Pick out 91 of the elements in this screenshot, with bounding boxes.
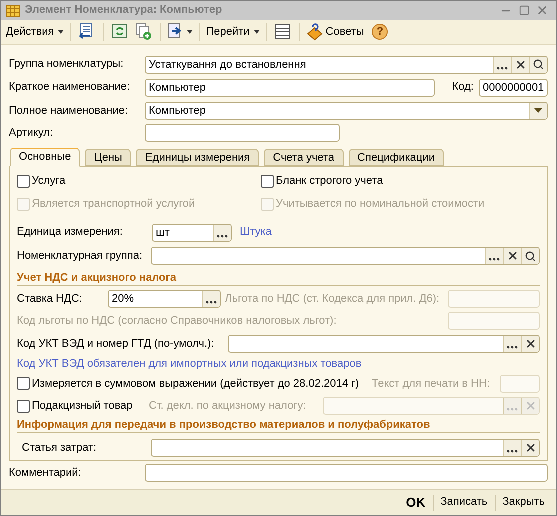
footer-button[interactable]: Записать [434, 494, 495, 511]
input-field[interactable]: 20% [108, 290, 221, 308]
field-label: Полное наименование: [9, 104, 128, 117]
select-button[interactable] [493, 56, 511, 73]
close-icon [524, 400, 536, 412]
maximize-icon [518, 5, 530, 16]
close-icon [514, 58, 526, 71]
tab[interactable]: Счета учета [264, 148, 344, 166]
refresh-icon [111, 23, 130, 41]
select-button[interactable] [202, 290, 220, 307]
tab[interactable]: Единицы измерения [136, 148, 260, 166]
dropdown-button[interactable] [529, 102, 547, 119]
checkbox[interactable] [261, 174, 274, 188]
footer-button[interactable]: OK [399, 492, 433, 512]
window-title: Элемент Номенклатура: Компьютер [25, 3, 224, 18]
search-button[interactable] [521, 248, 539, 264]
section-heading: Учет НДС и акцизного налога [17, 270, 176, 286]
list-icon [274, 23, 292, 41]
input-field[interactable] [151, 439, 540, 458]
field-label: Статья затрат: [22, 442, 97, 454]
checkbox[interactable] [17, 174, 30, 188]
tips-button[interactable]: Советы [304, 23, 366, 41]
input-field[interactable]: Компьютер [145, 102, 548, 120]
ellipsis-icon [507, 408, 518, 412]
field-label: Артикул: [9, 126, 54, 139]
close-icon [524, 338, 536, 350]
clear-button[interactable] [511, 56, 529, 73]
input-field[interactable] [145, 124, 340, 142]
caret-icon [534, 108, 543, 114]
search-button[interactable] [529, 56, 547, 73]
caret-icon [58, 30, 64, 34]
caret-icon [187, 30, 194, 34]
clear-button[interactable] [521, 440, 539, 456]
field-label: Группа номенклатуры: [9, 58, 124, 70]
table-icon [6, 4, 20, 16]
checkbox-label: Услуга [32, 174, 66, 189]
clear-button[interactable] [521, 336, 539, 352]
field-label: Текст для печати в НН: [372, 378, 490, 390]
checkbox[interactable] [17, 400, 30, 413]
field-label: Ставка НДС: [17, 292, 82, 305]
ellipsis-icon [497, 66, 508, 70]
input-field[interactable]: Устаткування до встановлення [145, 56, 548, 74]
field-label: Номенклатурная группа: [17, 250, 143, 262]
help-button[interactable]: ? [372, 24, 388, 40]
checkbox-label: Подакцизный товар [32, 398, 133, 414]
field-label: Ст. декл. по акцизному налогу: [149, 400, 306, 412]
ellipsis-icon [507, 450, 518, 454]
field-label: Льгота по НДС (ст. Кодекса для прил. Д6): [225, 292, 440, 305]
input-field[interactable] [145, 464, 548, 482]
checkbox-label: Учитывается по номинальной стоимости [276, 197, 485, 212]
clear-button[interactable] [503, 248, 521, 264]
input-field[interactable]: шт [152, 224, 232, 242]
input-field[interactable] [228, 334, 540, 353]
unit-link[interactable]: Штука [240, 224, 272, 241]
tab[interactable]: Основные [10, 148, 80, 167]
select-button[interactable] [503, 440, 521, 456]
ellipsis-icon [217, 234, 228, 238]
input-field[interactable]: Компьютер [145, 78, 435, 97]
select-button[interactable] [485, 248, 503, 264]
ellipsis-icon [507, 346, 518, 349]
field-label: Краткое наименование: [9, 81, 130, 94]
field-label: Код УКТ ВЭД и номер ГТД (по-умолч.): [17, 338, 214, 350]
book-question-icon [306, 23, 324, 41]
checkbox-label: Является транспортной услугой [32, 197, 196, 212]
copy-add-icon [135, 23, 154, 41]
tab[interactable]: Спецификации [348, 148, 444, 166]
ellipsis-icon [489, 258, 500, 262]
checkbox-label: Бланк строгого учета [276, 174, 384, 189]
goto-menu[interactable]: Перейти [204, 24, 262, 40]
close-icon [524, 442, 536, 454]
input-field[interactable]: 0000000001 [479, 78, 548, 97]
field-label: Комментарий: [9, 467, 82, 480]
input-field[interactable] [151, 247, 540, 266]
close-icon [536, 4, 548, 17]
field-label: Единица измерения: [17, 226, 123, 238]
field-label: Код: [452, 81, 474, 94]
search-icon [525, 250, 536, 262]
search-icon [533, 59, 544, 70]
caret-icon [254, 30, 260, 34]
footer-button[interactable]: Закрыть [496, 494, 552, 511]
select-button[interactable] [503, 336, 521, 352]
select-button[interactable] [213, 224, 231, 241]
actions-menu[interactable]: Действия [4, 24, 66, 40]
field-label: Код льготы по НДС (согласно Справочников налоговых льгот): [17, 315, 337, 328]
ellipsis-icon [206, 300, 217, 304]
checkbox-label: Измеряется в суммовом выражении (действует до 28.02.2014 г) [32, 376, 360, 392]
checkbox[interactable] [17, 377, 30, 390]
hint-text: Код УКТ ВЭД обязателен для импортных или подакцизных товаров [17, 356, 362, 372]
tab[interactable]: Цены [85, 148, 132, 166]
section-heading: Информация для передачи в производство материалов и полуфабрикатов [17, 418, 430, 433]
close-icon [506, 250, 518, 262]
